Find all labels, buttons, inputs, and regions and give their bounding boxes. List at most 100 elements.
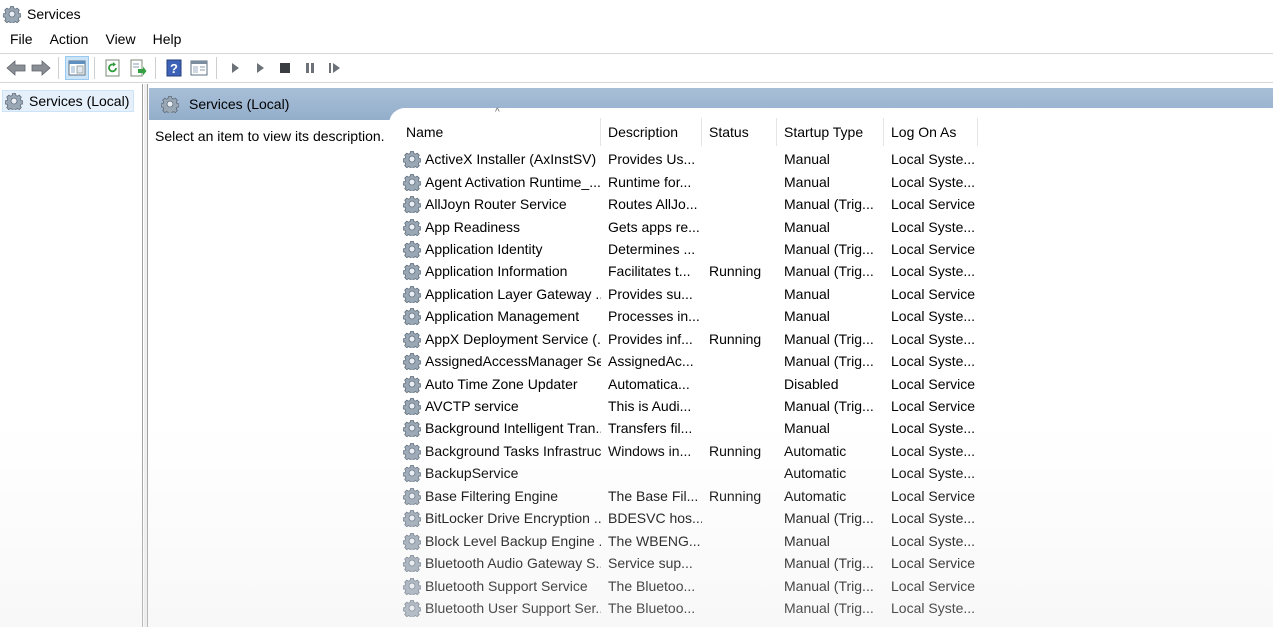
- table-row[interactable]: AllJoyn Router Service Routes AllJo... Man…: [399, 193, 1273, 215]
- resume-service-icon: [329, 63, 340, 73]
- column-header-log-on-as[interactable]: Log On As: [884, 118, 978, 146]
- resume-service-button[interactable]: [323, 56, 347, 80]
- cell-text: Manual: [784, 285, 830, 302]
- cell-log-on-as: Local Service: [884, 488, 978, 504]
- cell-text: Local Service: [891, 398, 976, 415]
- cell-name: Bluetooth Support Service: [399, 577, 601, 595]
- service-gear-icon: [403, 442, 421, 460]
- tree-item-services-local[interactable]: Services (Local): [2, 90, 135, 112]
- cell-text: Background Intelligent Tran...: [425, 420, 601, 437]
- column-header-label: Startup Type: [784, 124, 864, 140]
- menu-view[interactable]: View: [98, 27, 142, 52]
- cell-text: Automatic: [784, 487, 847, 504]
- cell-startup-type: Manual: [777, 420, 884, 436]
- column-header-name[interactable]: ^ Name: [399, 108, 601, 146]
- table-row[interactable]: Base Filtering Engine The Base Fil... Runn…: [399, 485, 1273, 507]
- help-button[interactable]: ?: [162, 56, 186, 80]
- column-header-status[interactable]: Status: [702, 118, 777, 146]
- column-header-startup-type[interactable]: Startup Type: [777, 118, 884, 146]
- back-button[interactable]: [4, 56, 28, 80]
- cell-text: Provides inf...: [608, 330, 693, 347]
- cell-log-on-as: Local Service: [884, 241, 978, 257]
- cell-log-on-as: Local Service: [884, 286, 978, 302]
- cell-text: Provides su...: [608, 285, 693, 302]
- refresh-button[interactable]: [101, 56, 125, 80]
- table-row[interactable]: Auto Time Zone Updater Automatica... Disab…: [399, 372, 1273, 394]
- cell-startup-type: Manual: [777, 308, 884, 324]
- table-row[interactable]: Background Tasks Infrastruc... Windows in…: [399, 440, 1273, 462]
- table-row[interactable]: Bluetooth Support Service The Bluetoo... M…: [399, 574, 1273, 596]
- cell-name: Application Layer Gateway ...: [399, 285, 601, 303]
- menu-file[interactable]: File: [3, 27, 40, 52]
- export-list-button[interactable]: [126, 56, 150, 80]
- table-row[interactable]: BackupService Automatic Local Syste...: [399, 462, 1273, 484]
- cell-text: Local Syste...: [891, 510, 976, 527]
- cell-text: Manual (Trig...: [784, 263, 874, 280]
- start-service-alt-button[interactable]: [248, 56, 272, 80]
- cell-description: This is Audi...: [601, 398, 702, 414]
- table-row[interactable]: AVCTP service This is Audi... Manual (Trig…: [399, 395, 1273, 417]
- cell-log-on-as: Local Syste...: [884, 465, 978, 481]
- cell-status: Running: [702, 263, 777, 279]
- cell-text: Local Syste...: [891, 353, 976, 370]
- cell-text: Local Service: [891, 285, 976, 302]
- table-row[interactable]: AppX Deployment Service (... Provides inf…: [399, 328, 1273, 350]
- cell-log-on-as: Local Syste...: [884, 151, 978, 167]
- menu-action[interactable]: Action: [43, 27, 96, 52]
- cell-name: Application Information: [399, 262, 601, 280]
- cell-text: AVCTP service: [425, 398, 519, 415]
- cell-text: App Readiness: [425, 218, 520, 235]
- toolbar-separator: [216, 57, 217, 79]
- cell-description: Provides inf...: [601, 331, 702, 347]
- stop-service-button[interactable]: [273, 56, 297, 80]
- properties-view-button[interactable]: [187, 56, 211, 80]
- toolbar-separator: [58, 57, 59, 79]
- menu-help[interactable]: Help: [146, 27, 189, 52]
- table-row[interactable]: Application Information Facilitates t... R…: [399, 260, 1273, 282]
- table-row[interactable]: AssignedAccessManager Se... AssignedAc...…: [399, 350, 1273, 372]
- cell-name: AssignedAccessManager Se...: [399, 352, 601, 370]
- start-service-button[interactable]: [223, 56, 247, 80]
- toolbar-separator: [155, 57, 156, 79]
- cell-text: Manual (Trig...: [784, 196, 874, 213]
- cell-log-on-as: Local Syste...: [884, 219, 978, 235]
- cell-text: Running: [709, 487, 762, 504]
- cell-name: AVCTP service: [399, 397, 601, 415]
- table-row[interactable]: Application Layer Gateway ... Provides su…: [399, 283, 1273, 305]
- table-row[interactable]: ActiveX Installer (AxInstSV) Provides Us.…: [399, 148, 1273, 170]
- service-gear-icon: [403, 464, 421, 482]
- column-header-label: Name: [406, 124, 444, 140]
- table-row[interactable]: Application Identity Determines ... Manual…: [399, 238, 1273, 260]
- table-row[interactable]: Bluetooth User Support Ser... The Bluetoo…: [399, 597, 1273, 619]
- service-gear-icon: [403, 599, 421, 617]
- cell-startup-type: Manual (Trig...: [777, 263, 884, 279]
- show-hide-console-tree-button[interactable]: [65, 56, 89, 80]
- services-content-pane: Services (Local) Select an item to view …: [149, 88, 1273, 627]
- table-row[interactable]: Application Management Processes in... Man…: [399, 305, 1273, 327]
- pause-service-button[interactable]: [298, 56, 322, 80]
- pane-splitter[interactable]: [144, 84, 148, 627]
- cell-log-on-as: Local Service: [884, 578, 978, 594]
- forward-button[interactable]: [29, 56, 53, 80]
- cell-log-on-as: Local Syste...: [884, 174, 978, 190]
- cell-text: BackupService: [425, 465, 519, 482]
- cell-text: Automatic: [784, 465, 847, 482]
- table-row[interactable]: Block Level Backup Engine ... The WBENG..…: [399, 529, 1273, 551]
- cell-log-on-as: Local Syste...: [884, 263, 978, 279]
- service-rows: ActiveX Installer (AxInstSV) Provides Us.…: [399, 148, 1273, 619]
- cell-log-on-as: Local Service: [884, 398, 978, 414]
- cell-description: Provides Us...: [601, 151, 702, 167]
- cell-text: Manual: [784, 420, 830, 437]
- cell-text: Manual: [784, 308, 830, 325]
- table-row[interactable]: Bluetooth Audio Gateway S... Service sup.…: [399, 552, 1273, 574]
- column-header-description[interactable]: Description: [601, 118, 702, 146]
- cell-startup-type: Manual: [777, 286, 884, 302]
- table-row[interactable]: Background Intelligent Tran... Transfers …: [399, 417, 1273, 439]
- start-service-icon: [232, 63, 239, 73]
- cell-name: Background Intelligent Tran...: [399, 419, 601, 437]
- cell-startup-type: Manual: [777, 174, 884, 190]
- table-row[interactable]: App Readiness Gets apps re... Manual Local …: [399, 215, 1273, 237]
- cell-text: Provides Us...: [608, 151, 696, 168]
- table-row[interactable]: BitLocker Drive Encryption ... BDESVC hos…: [399, 507, 1273, 529]
- table-row[interactable]: Agent Activation Runtime_... Runtime for.…: [399, 170, 1273, 192]
